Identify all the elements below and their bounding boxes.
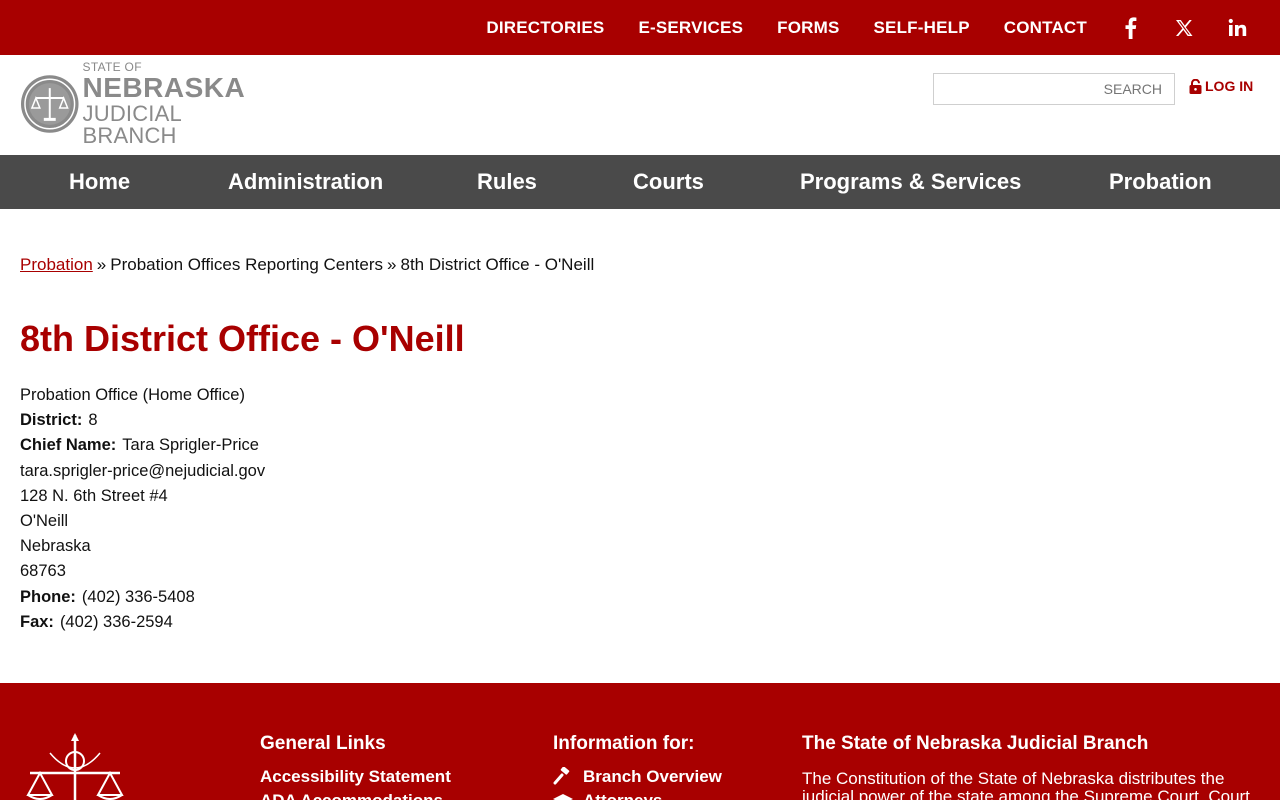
search-input[interactable]	[934, 74, 1174, 104]
office-phone: Phone: (402) 336-5408	[20, 585, 265, 610]
breadcrumb-separator: »	[387, 255, 397, 274]
graduation-cap-icon	[553, 794, 573, 800]
office-email: tara.sprigler-price@nejudicial.gov	[20, 461, 266, 480]
office-chief: Chief Name: Tara Sprigler-Price	[20, 433, 265, 458]
site-footer: General Links Accessibility Statement AD…	[0, 683, 1280, 800]
office-fax: Fax: (402) 336-2594	[20, 610, 265, 635]
search-box	[933, 73, 1175, 105]
breadcrumb-separator: »	[96, 255, 107, 274]
footer-general-links-heading: General Links	[260, 733, 386, 754]
breadcrumb-current: 8th District Office - O'Neill	[400, 255, 595, 274]
office-city: O'Neill	[20, 512, 69, 531]
judicial-seal-icon	[26, 733, 124, 800]
top-utility-bar: DIRECTORIES E-SERVICES FORMS SELF-HELP C…	[0, 0, 1280, 55]
top-nav-forms[interactable]: FORMS	[777, 18, 839, 38]
footer-ada-link[interactable]: ADA Accommodations	[260, 791, 443, 800]
breadcrumb: Probation» Probation Offices Reporting Ce…	[20, 255, 594, 275]
chief-label: Chief Name:	[20, 436, 117, 455]
district-value: 8	[88, 411, 98, 430]
login-link[interactable]: LOG IN	[1189, 78, 1253, 94]
breadcrumb-offices: Probation Offices Reporting Centers	[110, 255, 384, 274]
footer-about-heading: The State of Nebraska Judicial Branch	[802, 733, 1149, 754]
nebraska-seal-icon	[20, 75, 79, 133]
chief-value: Tara Sprigler-Price	[122, 436, 259, 455]
top-nav: DIRECTORIES E-SERVICES FORMS SELF-HELP C…	[486, 0, 1280, 55]
office-state: Nebraska	[20, 537, 91, 556]
main-nav-rules[interactable]: Rules	[477, 155, 537, 209]
x-icon[interactable]	[1174, 16, 1194, 40]
footer-accessibility-link[interactable]: Accessibility Statement	[260, 767, 451, 787]
footer-information-heading: Information for:	[553, 733, 695, 754]
main-nav-programs-services[interactable]: Programs & Services	[800, 155, 1021, 209]
lock-icon	[1189, 78, 1202, 94]
main-nav: Home Administration Rules Courts Program…	[0, 155, 1280, 209]
fax-label: Fax:	[20, 612, 54, 631]
main-nav-probation[interactable]: Probation	[1109, 155, 1212, 209]
logo-line-nebraska: NEBRASKA	[82, 72, 246, 103]
footer-about-text: The Constitution of the State of Nebrask…	[802, 769, 1250, 800]
phone-label: Phone:	[20, 587, 76, 606]
top-nav-e-services[interactable]: E-SERVICES	[638, 18, 743, 38]
logo-text: STATE OF NEBRASKA JUDICIAL BRANCH	[83, 61, 280, 147]
breadcrumb-probation-link[interactable]: Probation	[20, 255, 93, 274]
office-district: District: 8	[20, 408, 265, 433]
top-nav-self-help[interactable]: SELF-HELP	[874, 18, 970, 38]
gavel-icon	[553, 767, 570, 785]
fax-value: (402) 336-2594	[59, 612, 173, 631]
login-label: LOG IN	[1205, 78, 1254, 94]
office-street: 128 N. 6th Street #4	[20, 486, 168, 505]
top-nav-contact[interactable]: CONTACT	[1004, 18, 1087, 38]
main-nav-courts[interactable]: Courts	[633, 155, 704, 209]
linkedin-icon[interactable]	[1227, 16, 1247, 40]
main-nav-home[interactable]: Home	[69, 155, 130, 209]
facebook-icon[interactable]	[1121, 16, 1141, 40]
site-logo[interactable]: STATE OF NEBRASKA JUDICIAL BRANCH	[20, 61, 280, 147]
social-links	[1121, 16, 1280, 40]
phone-value: (402) 336-5408	[81, 587, 195, 606]
site-header: STATE OF NEBRASKA JUDICIAL BRANCH LOG IN	[0, 55, 1280, 155]
district-label: District:	[20, 411, 83, 430]
top-nav-directories[interactable]: DIRECTORIES	[486, 18, 604, 38]
office-zip: 68763	[20, 562, 66, 581]
office-info: Probation Office (Home Office) District:…	[20, 383, 265, 635]
footer-branch-overview-link[interactable]: Branch Overview	[583, 767, 722, 787]
footer-attorneys-link[interactable]: Attorneys	[583, 791, 662, 800]
page-title: 8th District Office - O'Neill	[20, 318, 465, 359]
logo-line-judicial-branch: JUDICIAL BRANCH	[82, 101, 182, 148]
office-type: Probation Office (Home Office)	[20, 386, 245, 404]
main-nav-administration[interactable]: Administration	[228, 155, 383, 209]
